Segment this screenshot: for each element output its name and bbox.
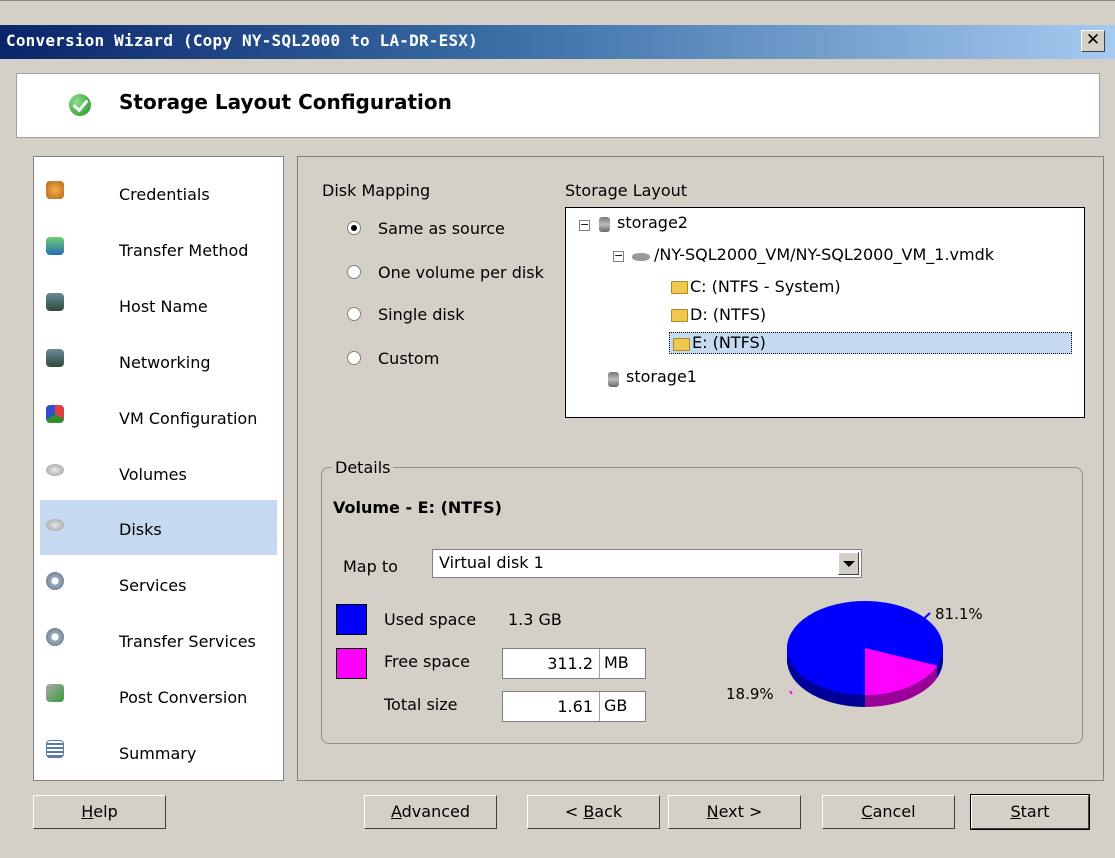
nav-item-label: VM Configuration [119,409,258,428]
nav-item-vm-configuration[interactable]: VM Configuration [40,389,277,444]
tree-node-storage2[interactable]: storage2 [617,213,688,232]
nav-item-post-conversion[interactable]: Post Conversion [40,668,277,723]
nav-item-label: Volumes [119,465,187,484]
tree-node-volume-c[interactable]: C: (NTFS - System) [690,277,841,296]
datastore-icon [599,217,610,232]
tree-node-volume-d[interactable]: D: (NTFS) [690,305,766,324]
conversion-wizard-window: Conversion Wizard (Copy NY-SQL2000 to LA… [0,0,1115,858]
back-button[interactable]: < Back [527,795,660,829]
total-size-label: Total size [384,695,458,714]
nav-item-label: Post Conversion [119,688,248,707]
free-space-swatch [336,648,367,679]
nav-item-label: Transfer Services [119,632,256,651]
page-title: Storage Layout Configuration [119,90,452,114]
nav-item-label: Summary [119,744,197,763]
nav-item-summary[interactable]: Summary [40,724,277,779]
next-button[interactable]: Next > [668,795,801,829]
folder-icon [671,281,688,294]
radio-label[interactable]: One volume per disk [378,263,544,282]
host-icon [46,293,64,311]
nav-item-volumes[interactable]: Volumes [40,445,277,500]
nav-item-host-name[interactable]: Host Name [40,277,277,332]
window-title: Conversion Wizard (Copy NY-SQL2000 to LA… [6,31,478,50]
tree-node-vmdk[interactable]: /NY-SQL2000_VM/NY-SQL2000_VM_1.vmdk [654,245,994,264]
used-space-value: 1.3 GB [508,610,562,629]
title-bar: Conversion Wizard (Copy NY-SQL2000 to LA… [0,25,1115,59]
total-size-field: 1.61 GB [502,691,646,722]
cancel-button[interactable]: Cancel [822,795,955,829]
radio-same-as-source[interactable] [347,221,361,235]
volume-icon [46,464,64,476]
green-check-icon [69,94,91,116]
help-button[interactable]: Help [33,795,166,829]
free-space-field: 311.2 MB [502,648,646,679]
nav-item-credentials[interactable]: Credentials [40,165,277,220]
map-to-value: Virtual disk 1 [439,553,544,572]
vm-config-icon [46,405,64,423]
folder-icon [671,309,688,322]
nav-item-transfer-method[interactable]: Transfer Method [40,221,277,276]
radio-single-disk[interactable] [347,307,361,321]
close-button[interactable]: ✕ [1081,30,1105,52]
details-legend: Details [332,458,394,477]
folder-icon [673,338,690,351]
nav-item-label: Networking [119,353,211,372]
radio-label[interactable]: Custom [378,349,439,368]
free-space-label: Free space [384,652,470,671]
collapse-icon[interactable]: − [579,219,590,231]
pie-leader-line [789,690,793,695]
disk-mapping-label: Disk Mapping [322,181,431,200]
nav-item-label: Disks [119,520,162,539]
summary-icon [46,740,64,758]
space-pie-chart: 81.1% 18.9% [726,601,983,707]
start-button[interactable]: Start [970,794,1090,830]
total-size-value: 1.61 [557,697,593,716]
total-size-unit: GB [599,692,647,721]
network-icon [46,349,64,367]
radio-one-volume-per-disk[interactable] [347,265,361,279]
nav-item-label: Host Name [119,297,208,316]
nav-item-label: Services [119,576,187,595]
radio-label[interactable]: Single disk [378,305,464,324]
datastore-icon [608,372,619,387]
disk-icon [46,519,64,531]
gear-icon [46,628,64,646]
used-space-swatch [336,604,367,635]
radio-label[interactable]: Same as source [378,219,505,238]
pie-slice-label: 18.9% [726,685,774,703]
volume-title: Volume - E: (NTFS) [333,498,502,517]
page-header: Storage Layout Configuration [16,73,1100,138]
storage-layout-tree[interactable]: − storage2 − /NY-SQL2000_VM/NY-SQL2000_V… [565,207,1085,418]
used-space-label: Used space [384,610,477,629]
transfer-icon [46,237,64,255]
wizard-steps-sidebar: Credentials Transfer Method Host Name Ne… [33,156,284,781]
chevron-down-icon[interactable] [838,552,859,575]
nav-item-label: Transfer Method [119,241,249,260]
map-to-label: Map to [343,557,398,576]
tree-node-storage1[interactable]: storage1 [626,367,697,386]
storage-layout-label: Storage Layout [565,181,688,200]
free-space-value: 311.2 [547,654,593,673]
map-to-select[interactable]: Virtual disk 1 [432,549,862,578]
post-conversion-icon [46,684,64,702]
tree-node-volume-e[interactable]: E: (NTFS) [669,332,1072,354]
nav-item-services[interactable]: Services [40,556,277,611]
nav-item-label: Credentials [119,185,210,204]
advanced-button[interactable]: Advanced [364,795,497,829]
radio-custom[interactable] [347,351,361,365]
nav-item-transfer-services[interactable]: Transfer Services [40,612,277,667]
free-space-unit: MB [599,649,647,678]
users-icon [46,181,64,199]
gear-icon [46,572,64,590]
collapse-icon[interactable]: − [613,250,624,262]
nav-item-networking[interactable]: Networking [40,333,277,388]
nav-item-disks[interactable]: Disks [40,500,277,555]
pie-slice-label: 81.1% [935,605,983,623]
virtual-disk-icon [632,253,650,261]
